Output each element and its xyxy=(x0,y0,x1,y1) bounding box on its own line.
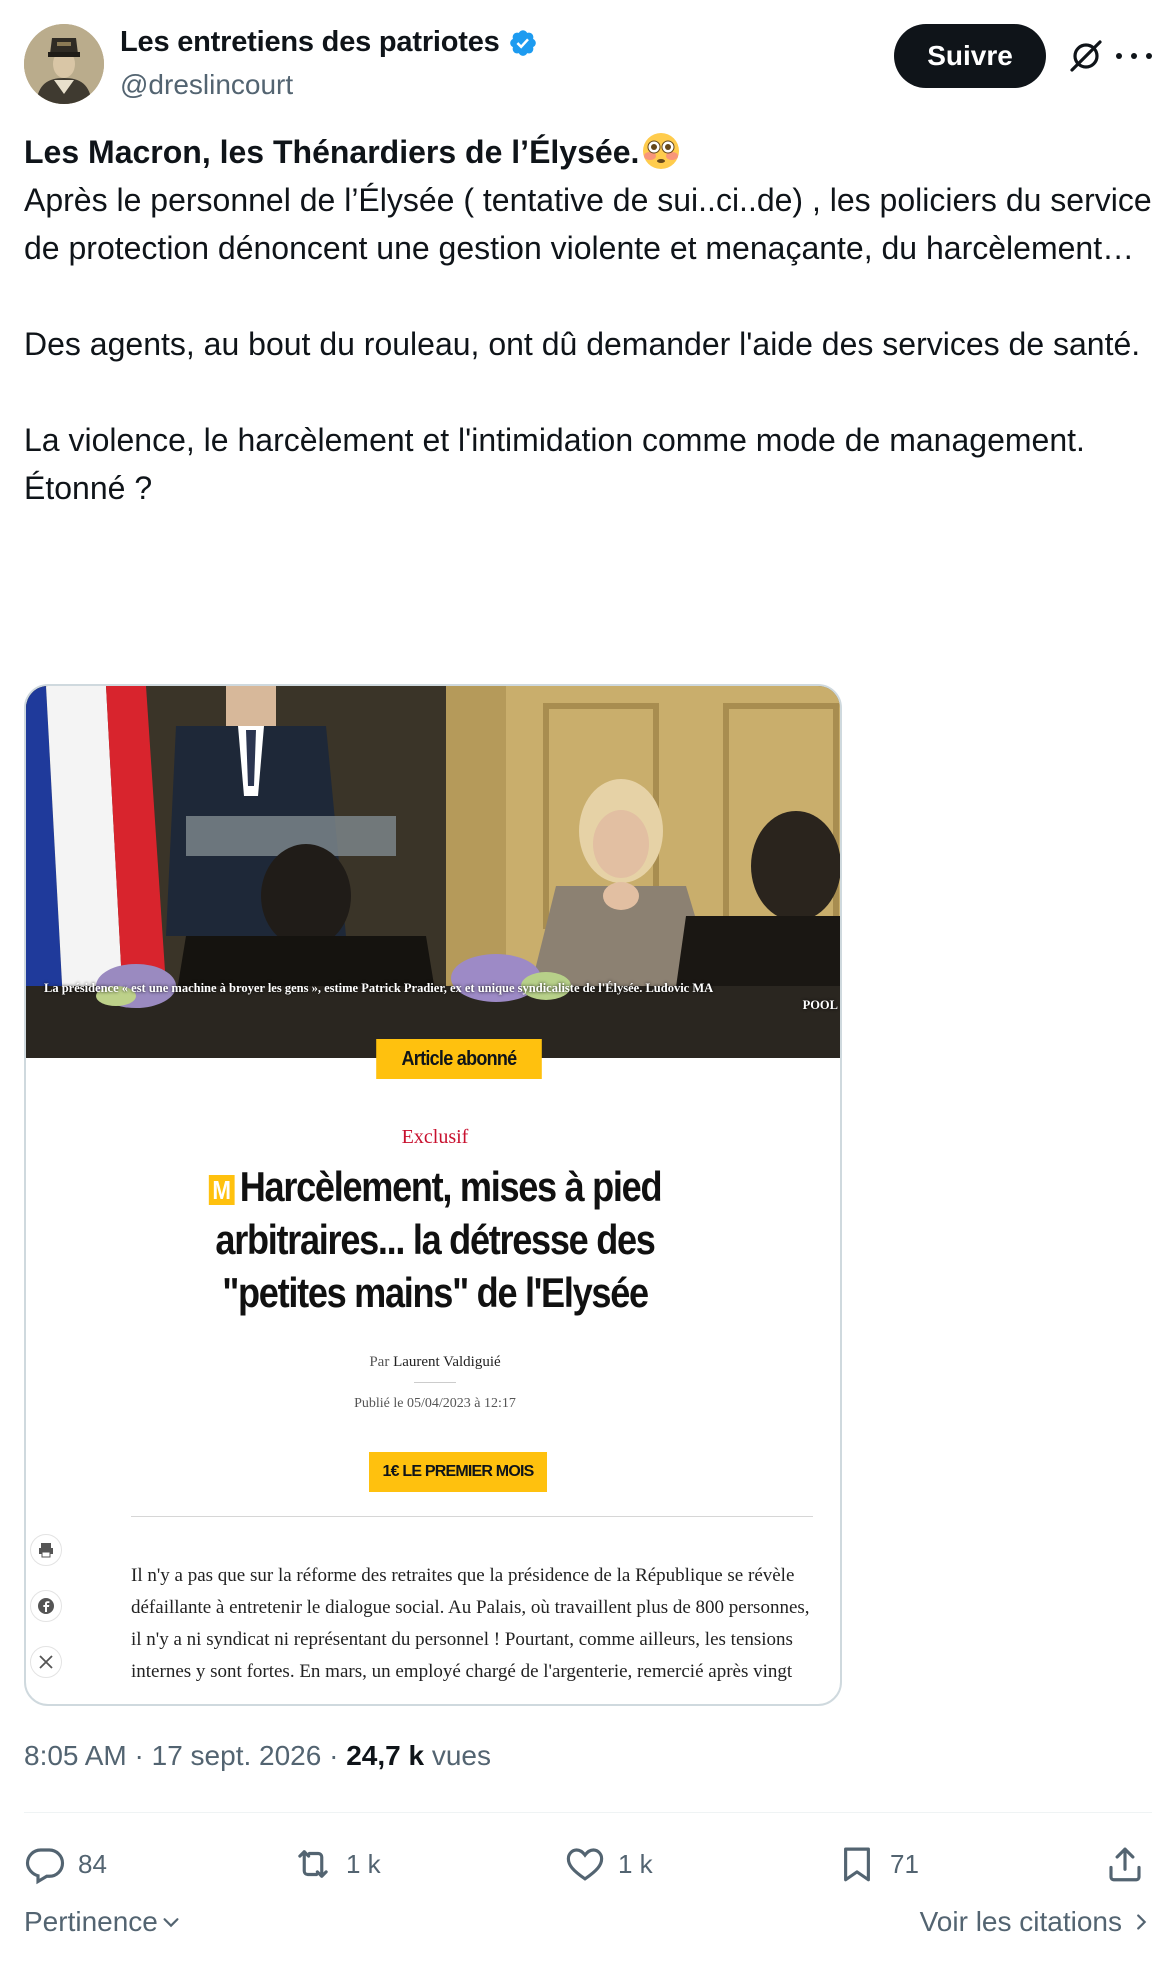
grok-icon[interactable] xyxy=(1064,34,1108,78)
tweet-time[interactable]: 8:05 AM xyxy=(24,1740,127,1771)
photo-caption-line-1: La présidence « est une machine à broyer… xyxy=(44,981,714,995)
flushed-face-emoji-icon xyxy=(643,133,680,169)
repost-button[interactable]: 1 k xyxy=(292,1836,381,1892)
tweet-meta: 8:05 AM · 17 sept. 2026 · 24,7 k vues xyxy=(24,1740,491,1772)
article-headline: M Harcèlement, mises à pied arbitraires..… xyxy=(178,1160,692,1319)
subscribe-offer-button: 1€ LE PREMIER MOIS xyxy=(369,1452,547,1492)
bookmark-icon xyxy=(844,1847,870,1882)
share-button[interactable] xyxy=(1104,1836,1146,1892)
sort-replies-dropdown[interactable]: Pertinence xyxy=(24,1906,182,1938)
reply-button[interactable]: 84 xyxy=(24,1836,107,1892)
views-count: 24,7 k xyxy=(346,1740,425,1771)
article-byline: Par Laurent Valdiguié xyxy=(26,1354,840,1371)
views-label: vues xyxy=(431,1740,492,1771)
meta-separator: · xyxy=(134,1740,144,1771)
marianne-logo-icon: M xyxy=(208,1175,235,1205)
sort-label: Pertinence xyxy=(24,1906,158,1937)
like-button[interactable]: 1 k xyxy=(564,1836,653,1892)
meta-separator: · xyxy=(329,1740,339,1771)
author-display-name[interactable]: Les entretiens des patriotes xyxy=(120,26,500,59)
bookmark-count: 71 xyxy=(890,1848,919,1879)
more-options-icon[interactable] xyxy=(1116,42,1152,70)
article-body-text: Il n'y a pas que sur la réforme des retr… xyxy=(131,1565,810,1682)
print-icon xyxy=(30,1534,62,1566)
view-quotes-link[interactable]: Voir les citations xyxy=(920,1906,1152,1938)
elysee-photo-image xyxy=(26,686,840,1058)
tweet-text: Les Macron, les Thénardiers de l’Élysée.… xyxy=(24,128,1152,512)
byline-prefix: Par xyxy=(369,1354,390,1370)
author-name-row[interactable]: Les entretiens des patriotes xyxy=(120,26,538,59)
article-share-column xyxy=(30,1534,62,1702)
follow-button[interactable]: Suivre xyxy=(894,24,1046,88)
verified-badge-icon xyxy=(509,29,536,56)
article-photo: La présidence « est une machine à broyer… xyxy=(26,686,840,1058)
facebook-icon xyxy=(30,1590,62,1622)
tweet-paragraph-4: Étonné ? xyxy=(24,470,153,506)
avatar[interactable] xyxy=(24,24,104,104)
tweet-blank-line xyxy=(24,272,1152,320)
article-author: Laurent Valdiguié xyxy=(393,1354,501,1370)
photo-caption-line-2: POOL xyxy=(802,998,838,1012)
tweet-paragraph-1: Après le personnel de l’Élysée ( tentati… xyxy=(24,182,1152,266)
x-logo-icon xyxy=(30,1646,62,1678)
tweet-paragraph-3: La violence, le harcèlement et l'intimid… xyxy=(24,422,1085,458)
tweet-title-line: Les Macron, les Thénardiers de l’Élysée. xyxy=(24,128,1152,176)
tweet-paragraph-2: Des agents, au bout du rouleau, ont dû d… xyxy=(24,326,1141,362)
byline-divider xyxy=(414,1382,456,1383)
subscriber-article-badge: Article abonné xyxy=(376,1039,542,1079)
article-divider xyxy=(131,1516,813,1517)
tweet-blank-line xyxy=(24,368,1152,416)
chevron-down-icon xyxy=(163,1918,179,1928)
tweet-media[interactable]: La présidence « est une machine à broyer… xyxy=(24,684,842,1706)
tweet-header: Les entretiens des patriotes @dreslincou… xyxy=(24,24,1152,104)
article-headline-text: Harcèlement, mises à pied arbitraires...… xyxy=(215,1163,662,1316)
article-published-date: Publié le 05/04/2023 à 12:17 xyxy=(354,1396,516,1411)
heart-icon xyxy=(566,1848,604,1881)
like-count: 1 k xyxy=(618,1848,653,1879)
quotes-label: Voir les citations xyxy=(919,1906,1122,1937)
share-icon xyxy=(1109,1847,1141,1882)
author-block: Les entretiens des patriotes @dreslincou… xyxy=(120,26,538,101)
tweet-actions: 84 1 k 1 k 71 xyxy=(24,1836,1152,1892)
tweet-date[interactable]: 17 sept. 2026 xyxy=(152,1740,322,1771)
divider xyxy=(24,1812,1152,1813)
chevron-right-icon xyxy=(1137,1914,1147,1930)
repost-icon xyxy=(298,1850,328,1878)
avatar-image xyxy=(24,24,104,104)
reply-icon xyxy=(25,1848,65,1885)
article-kicker: Exclusif xyxy=(401,1126,469,1148)
author-handle[interactable]: @dreslincourt xyxy=(120,69,538,101)
tweet-headline: Les Macron, les Thénardiers de l’Élysée. xyxy=(24,134,640,170)
reply-count: 84 xyxy=(78,1848,107,1879)
bookmark-button[interactable]: 71 xyxy=(836,1836,919,1892)
repost-count: 1 k xyxy=(346,1848,381,1879)
